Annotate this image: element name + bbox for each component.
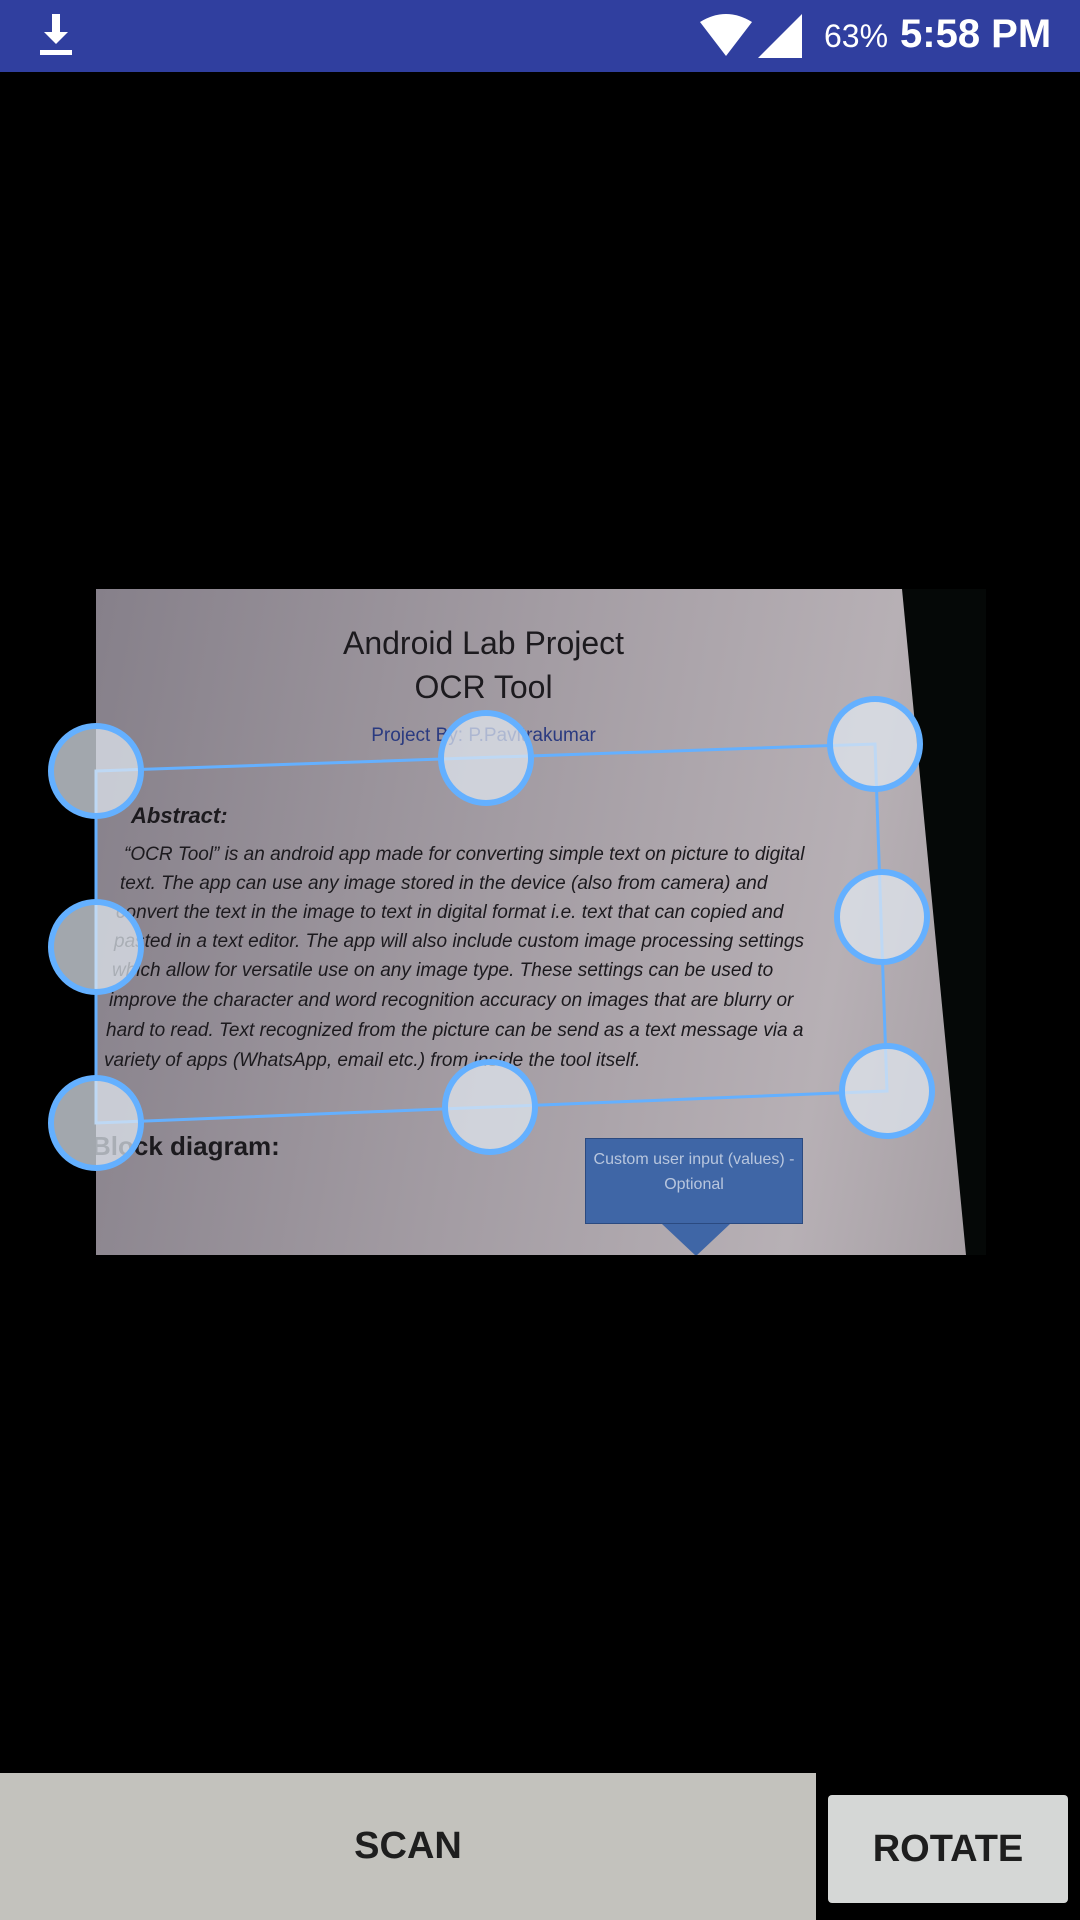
crop-handle-top-middle[interactable] — [438, 710, 534, 806]
crop-handle-bottom-right[interactable] — [839, 1043, 935, 1139]
crop-handle-middle-left[interactable] — [48, 899, 144, 995]
crop-overlay — [48, 696, 935, 1171]
crop-handle-middle-right[interactable] — [834, 869, 930, 965]
crop-handle-top-left[interactable] — [48, 723, 144, 819]
crop-handle-bottom-left[interactable] — [48, 1075, 144, 1171]
crop-handle-bottom-middle[interactable] — [442, 1059, 538, 1155]
crop-handle-top-right[interactable] — [827, 696, 923, 792]
scan-button[interactable]: SCAN — [0, 1773, 816, 1920]
rotate-button[interactable]: ROTATE — [828, 1795, 1068, 1903]
